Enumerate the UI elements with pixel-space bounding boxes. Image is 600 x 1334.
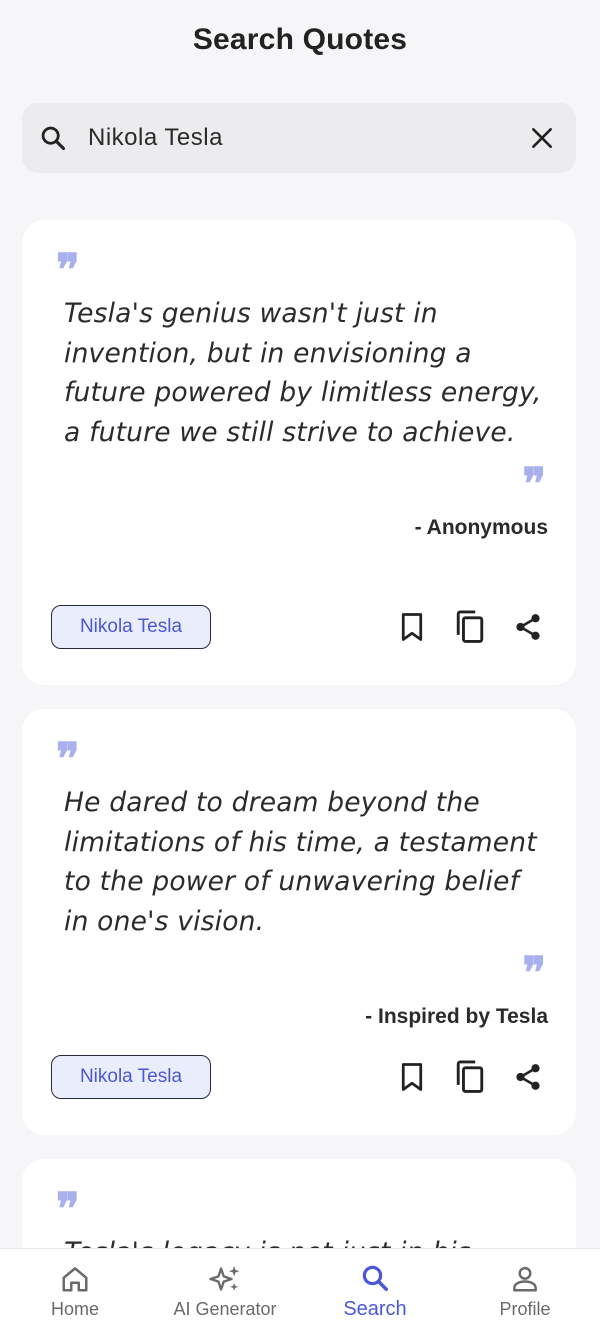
quote-card: ❞ He dared to dream beyond the limitatio… (22, 709, 576, 1135)
home-icon (58, 1263, 92, 1295)
nav-label: Profile (499, 1299, 551, 1319)
card-footer: Nikola Tesla (51, 605, 546, 649)
quote-close-icon: ❞ (522, 948, 546, 999)
card-footer: Nikola Tesla (51, 1055, 546, 1099)
quote-close-icon: ❞ (522, 459, 546, 510)
copy-icon[interactable] (452, 1059, 488, 1095)
tag-chip[interactable]: Nikola Tesla (51, 605, 211, 649)
share-icon[interactable] (510, 1059, 546, 1095)
person-icon (508, 1263, 542, 1295)
screen: Search Quotes ❞ Tesla's genius wasn't ju… (0, 0, 600, 1334)
quote-text: Tesla's genius wasn't just in invention,… (64, 298, 542, 448)
bookmark-icon[interactable] (394, 1059, 430, 1095)
close-icon[interactable] (526, 122, 558, 154)
quote-list: ❞ Tesla's genius wasn't just in inventio… (22, 220, 576, 1334)
nav-item-home[interactable]: Home (0, 1249, 150, 1334)
card-actions (394, 1059, 546, 1095)
app-header: Search Quotes (0, 0, 600, 80)
nav-item-ai-generator[interactable]: AI Generator (150, 1249, 300, 1334)
nav-label: Search (343, 1298, 407, 1320)
quote-text: He dared to dream beyond the limitations… (64, 787, 537, 937)
nav-label: AI Generator (173, 1299, 277, 1319)
quote-author: - Inspired by Tesla (365, 1005, 548, 1028)
search-icon (38, 123, 68, 153)
search-bar[interactable] (22, 103, 576, 173)
tag-chip[interactable]: Nikola Tesla (51, 1055, 211, 1099)
search-icon (358, 1262, 392, 1294)
nav-label: Home (50, 1299, 99, 1319)
nav-item-profile[interactable]: Profile (450, 1249, 600, 1334)
card-actions (394, 609, 546, 645)
sparkles-icon (208, 1263, 242, 1295)
share-icon[interactable] (510, 609, 546, 645)
quote-open-icon: ❞ (56, 1184, 80, 1235)
copy-icon[interactable] (452, 609, 488, 645)
quote-author: - Anonymous (414, 516, 548, 539)
bookmark-icon[interactable] (394, 609, 430, 645)
quote-open-icon: ❞ (56, 734, 80, 785)
quote-card: ❞ Tesla's genius wasn't just in inventio… (22, 220, 576, 685)
quote-open-icon: ❞ (56, 245, 80, 296)
search-input[interactable] (88, 124, 526, 152)
bottom-nav: Home AI Generator Search Profile (0, 1248, 600, 1334)
nav-item-search[interactable]: Search (300, 1249, 450, 1334)
page-title: Search Quotes (192, 23, 408, 56)
